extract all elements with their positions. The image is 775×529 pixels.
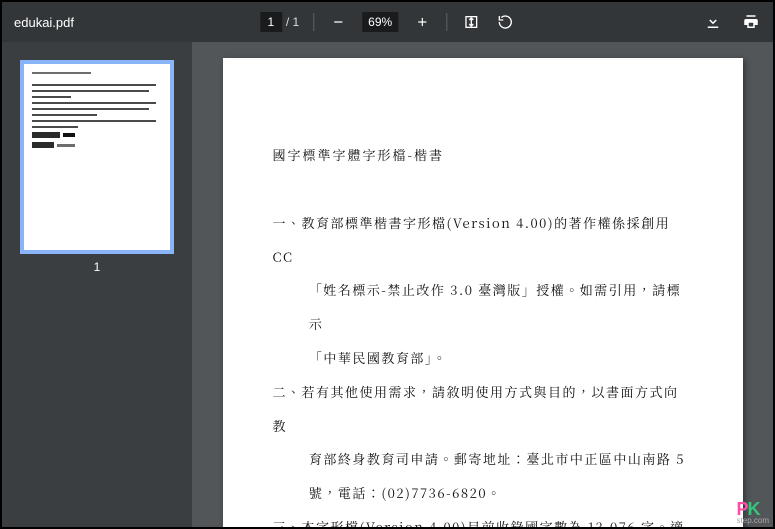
rotate-button[interactable]: [495, 12, 515, 32]
pdf-page: 國字標準字體字形檔-楷書 一、教育部標準楷書字形檔(Version 4.00)的…: [223, 58, 743, 527]
paragraph-2-line-c: 號，電話：(02)7736-6820。: [273, 476, 693, 510]
toolbar-center: 1 / 1 69%: [260, 2, 515, 42]
thumbnail-page-number: 1: [94, 260, 101, 274]
rotate-icon: [497, 14, 513, 30]
zoom-out-button[interactable]: [328, 12, 348, 32]
thumbnail-item[interactable]: 1: [20, 60, 174, 274]
toolbar-right: [703, 12, 761, 32]
paragraph-1-line-b: 「姓名標示-禁止改作 3.0 臺灣版」授權。如需引用，請標示: [273, 273, 693, 341]
pdf-toolbar: edukai.pdf 1 / 1 69%: [2, 2, 773, 42]
print-icon: [742, 13, 760, 31]
page-total-label: / 1: [286, 15, 299, 29]
watermark: PK step.com: [737, 499, 769, 525]
paragraph-3-line-a: 三、本字形檔(Version 4.00)目前收錄國字數為 13,076 字。適用…: [273, 510, 693, 527]
paragraph-2-line-b: 育部終身教育司申請。郵寄地址：臺北市中正區中山南路 5: [273, 442, 693, 476]
page-viewport[interactable]: 國字標準字體字形檔-楷書 一、教育部標準楷書字形檔(Version 4.00)的…: [192, 42, 773, 527]
fit-page-button[interactable]: [461, 12, 481, 32]
download-icon: [704, 13, 722, 31]
toolbar-separator: [446, 13, 447, 31]
paragraph-1-line-a: 一、教育部標準楷書字形檔(Version 4.00)的著作權係採創用 CC: [273, 206, 693, 274]
plus-icon: [415, 15, 429, 29]
filename-label: edukai.pdf: [14, 15, 74, 30]
zoom-level[interactable]: 69%: [362, 12, 398, 32]
page-indicator: 1 / 1: [260, 12, 299, 32]
zoom-in-button[interactable]: [412, 12, 432, 32]
download-button[interactable]: [703, 12, 723, 32]
fit-icon: [463, 14, 479, 30]
watermark-sub: step.com: [737, 516, 769, 525]
doc-title: 國字標準字體字形檔-楷書: [273, 138, 693, 172]
toolbar-separator: [313, 13, 314, 31]
paragraph-1-line-c: 「中華民國教育部」。: [273, 341, 693, 375]
page-thumbnail[interactable]: [20, 60, 174, 254]
paragraph-2-line-a: 二、若有其他使用需求，請敘明使用方式與目的，以書面方式向教: [273, 375, 693, 443]
page-number-input[interactable]: 1: [260, 12, 282, 32]
print-button[interactable]: [741, 12, 761, 32]
minus-icon: [331, 15, 345, 29]
thumbnail-sidebar: 1: [2, 42, 192, 527]
